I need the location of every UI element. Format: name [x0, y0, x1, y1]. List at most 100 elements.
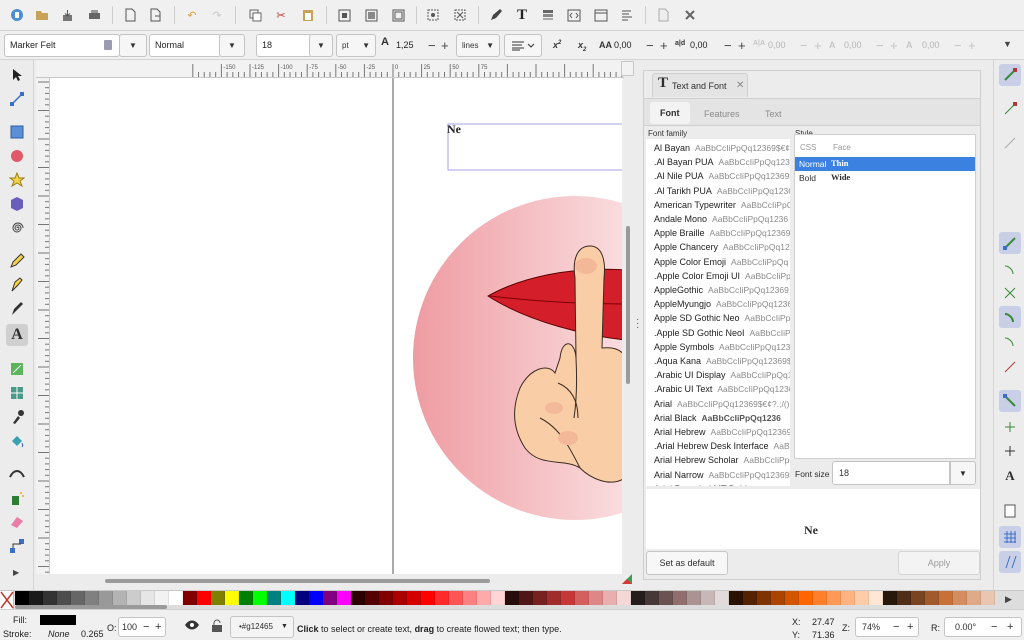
eye-icon[interactable] — [184, 619, 200, 633]
spacing-mode-select[interactable]: lines ▼ — [456, 34, 500, 57]
zoom-selection-icon[interactable] — [335, 6, 353, 24]
palette-swatch[interactable] — [169, 591, 183, 605]
font-family-item[interactable]: .Al Bayan PUAAaBbCcIiPpQq12369 — [654, 157, 790, 171]
font-size-dropdown[interactable]: ▼ — [309, 34, 333, 57]
palette-swatch[interactable] — [267, 591, 281, 605]
word-spacing-minus[interactable]: − — [724, 34, 732, 57]
palette-swatch[interactable] — [603, 591, 617, 605]
letter-spacing-minus[interactable]: − — [646, 34, 654, 57]
spiral-tool-icon[interactable] — [6, 217, 28, 239]
fill-swatch[interactable] — [40, 615, 76, 625]
palette-swatch[interactable] — [505, 591, 519, 605]
text-tool-icon[interactable]: A — [6, 324, 28, 346]
gradient-tool-icon[interactable] — [6, 358, 28, 380]
palette-swatch[interactable] — [729, 591, 743, 605]
font-family-dropdown[interactable]: ▼ — [119, 34, 147, 57]
palette-swatch[interactable] — [141, 591, 155, 605]
palette-swatch[interactable] — [589, 591, 603, 605]
palette-swatch[interactable] — [659, 591, 673, 605]
box3d-tool-icon[interactable] — [6, 193, 28, 215]
font-family-item[interactable]: Andale Mono AaBbCcIiPpQq1236 — [654, 214, 790, 228]
palette-swatch[interactable] — [477, 591, 491, 605]
preferences-icon[interactable] — [681, 6, 699, 24]
palette-swatch[interactable] — [869, 591, 883, 605]
opacity-input[interactable]: 100− + — [118, 617, 166, 637]
font-family-item[interactable]: Arial NarrowAaBbCcIiPpQq12369$€¢?. — [654, 470, 790, 484]
dock-tab-text-and-font[interactable]: T Text and Font ✕ — [652, 73, 748, 97]
font-family-item[interactable]: Arial AaBbCcIiPpQq12369$€¢?.;/() — [654, 399, 790, 413]
kerning-value[interactable]: 0,00 — [768, 34, 786, 57]
align-icon[interactable] — [592, 6, 610, 24]
text-align-dropdown[interactable] — [504, 34, 542, 57]
paste-icon[interactable] — [299, 6, 317, 24]
clone-icon[interactable] — [451, 6, 469, 24]
zoom-corner-icon[interactable] — [621, 61, 634, 76]
vertical-shift-minus[interactable]: − — [876, 34, 884, 57]
close-icon[interactable]: ✕ — [736, 80, 744, 91]
palette-swatch[interactable] — [435, 591, 449, 605]
star-tool-icon[interactable] — [6, 169, 28, 191]
font-style-input[interactable]: Normal — [149, 34, 221, 57]
layer-dropdown[interactable]: •#g12465 ▼ — [230, 616, 294, 638]
eraser-tool-icon[interactable] — [6, 511, 28, 533]
palette-swatch[interactable] — [43, 591, 57, 605]
snap-page-icon[interactable] — [999, 500, 1021, 522]
layers-panel-icon[interactable] — [618, 6, 636, 24]
style-row-bold[interactable]: Bold Wide — [795, 171, 975, 185]
font-family-item[interactable]: AppleGothic AaBbCcIiPpQq12369 — [654, 285, 790, 299]
rotation-minus[interactable]: − — [954, 34, 962, 57]
snap-smooth-icon[interactable] — [999, 330, 1021, 352]
import-icon[interactable] — [121, 6, 139, 24]
palette-swatch[interactable] — [281, 591, 295, 605]
font-family-item[interactable]: Apple Braille AaBbCcIiPpQq12369 — [654, 228, 790, 242]
font-family-item[interactable]: Apple Chancery AaBbCcIiPpQq123 — [654, 242, 790, 256]
palette-swatch[interactable] — [953, 591, 967, 605]
palette-swatch[interactable] — [939, 591, 953, 605]
palette-swatch[interactable] — [365, 591, 379, 605]
palette-swatch[interactable] — [827, 591, 841, 605]
snap-path-icon[interactable] — [999, 258, 1021, 280]
palette-swatch[interactable] — [855, 591, 869, 605]
palette-swatch[interactable] — [757, 591, 771, 605]
palette-swatch[interactable] — [799, 591, 813, 605]
palette-swatch[interactable] — [519, 591, 533, 605]
superscript-icon[interactable]: x2 — [553, 40, 561, 50]
layers-icon[interactable] — [539, 6, 557, 24]
font-family-item[interactable]: .Al Nile PUA AaBbCcIiPpQq12369$ — [654, 171, 790, 185]
color-manage-icon[interactable] — [621, 573, 635, 588]
snap-bbox-icon[interactable] — [999, 98, 1021, 120]
rotation-plus[interactable]: + — [968, 34, 976, 57]
font-family-item[interactable]: .Aqua Kana AaBbCcIiPpQq12369$ — [654, 356, 790, 370]
palette-swatch[interactable] — [211, 591, 225, 605]
connector-tool-icon[interactable] — [6, 535, 28, 557]
palette-swatch[interactable] — [337, 591, 351, 605]
palette-swatch[interactable] — [743, 591, 757, 605]
vertical-shift-plus[interactable]: + — [890, 34, 898, 57]
palette-swatch[interactable] — [491, 591, 505, 605]
snap-intersection-icon[interactable] — [999, 282, 1021, 304]
palette-menu-icon[interactable]: ▶ — [1005, 594, 1012, 605]
font-family-item[interactable]: Apple SD Gothic NeoAaBbCcIiPpQq1 — [654, 313, 790, 327]
subscript-icon[interactable]: x2 — [578, 40, 586, 53]
palette-swatch[interactable] — [981, 591, 995, 605]
xml-editor-icon[interactable] — [565, 6, 583, 24]
duplicate-icon[interactable] — [424, 6, 442, 24]
stroke-width[interactable]: 0.265 — [81, 629, 104, 639]
ellipse-tool-icon[interactable] — [6, 145, 28, 167]
word-spacing-value[interactable]: 0,00 — [690, 34, 708, 57]
palette-swatch[interactable] — [225, 591, 239, 605]
palette-swatch[interactable] — [911, 591, 925, 605]
palette-swatch[interactable] — [183, 591, 197, 605]
snap-text-icon[interactable]: A — [999, 465, 1021, 487]
dock-font-size-input[interactable]: 18 — [832, 461, 950, 485]
font-family-item[interactable]: Apple SymbolsAaBbCcIiPpQq12369$€¢? — [654, 342, 790, 356]
snap-nodes-icon[interactable] — [999, 232, 1021, 254]
font-family-item[interactable]: .Apple Color Emoji UIAaBbCcIiPpQ — [654, 271, 790, 285]
fill-stroke-icon[interactable] — [487, 6, 505, 24]
palette-swatch[interactable] — [785, 591, 799, 605]
palette-swatch[interactable] — [295, 591, 309, 605]
pen-tool-icon[interactable] — [6, 274, 28, 296]
font-style-dropdown[interactable]: ▼ — [219, 34, 245, 57]
kerning-minus[interactable]: − — [800, 34, 808, 57]
palette-swatch[interactable] — [645, 591, 659, 605]
